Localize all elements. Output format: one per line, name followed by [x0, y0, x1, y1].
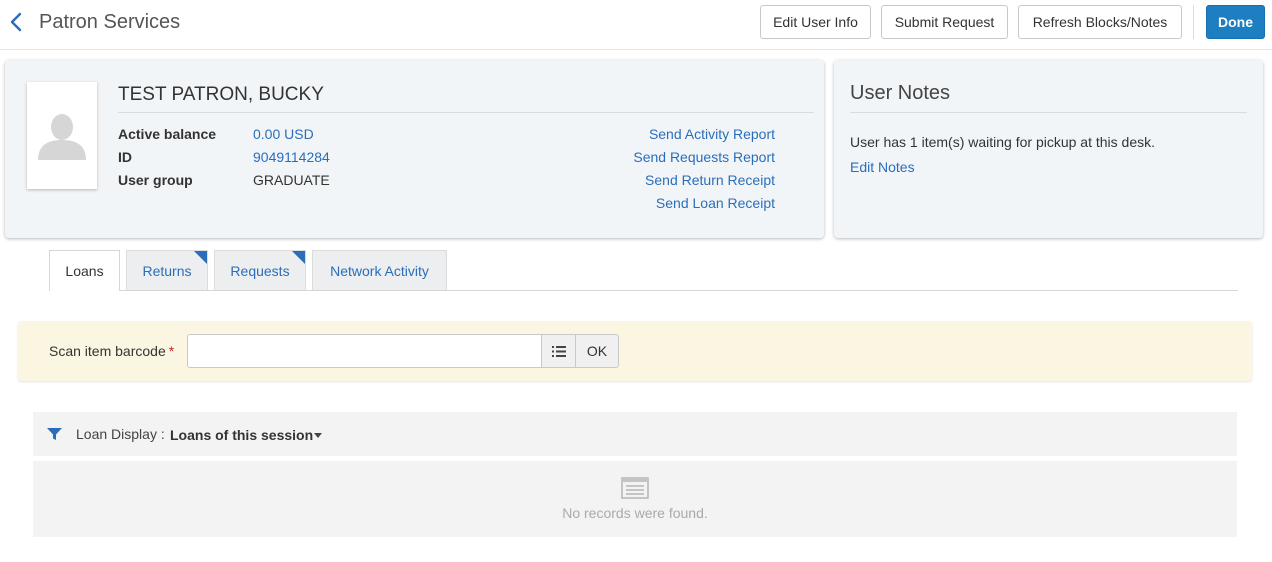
- tab-requests-label: Requests: [230, 262, 290, 279]
- loan-display-bar: Loan Display : Loans of this session: [33, 412, 1237, 456]
- active-balance-value[interactable]: 0.00 USD: [253, 126, 314, 142]
- no-records-text: No records were found.: [562, 505, 708, 521]
- empty-list-icon: [621, 477, 649, 499]
- chevron-left-icon[interactable]: [6, 10, 26, 34]
- list-icon: [551, 345, 566, 357]
- edit-notes-link[interactable]: Edit Notes: [850, 159, 915, 175]
- tab-loans[interactable]: Loans: [49, 250, 120, 291]
- caret-down-icon[interactable]: [314, 433, 322, 438]
- scan-item-label: Scan item barcode *: [49, 343, 174, 359]
- notes-divider: [850, 112, 1247, 113]
- send-requests-report-link[interactable]: Send Requests Report: [633, 149, 775, 165]
- send-loan-receipt-link[interactable]: Send Loan Receipt: [656, 195, 775, 211]
- tab-returns-label: Returns: [142, 262, 192, 279]
- loan-display-select[interactable]: Loans of this session: [170, 427, 313, 443]
- avatar: [27, 82, 97, 189]
- id-label: ID: [118, 149, 132, 165]
- name-divider: [118, 112, 814, 113]
- tab-flag-icon: [194, 251, 207, 264]
- scan-item-bar: Scan item barcode * OK: [18, 321, 1252, 381]
- done-button[interactable]: Done: [1206, 5, 1265, 39]
- patron-card: TEST PATRON, BUCKY Active balance 0.00 U…: [5, 60, 824, 238]
- tab-loans-label: Loans: [65, 263, 104, 279]
- scan-item-label-text: Scan item barcode: [49, 343, 166, 359]
- edit-user-info-button[interactable]: Edit User Info: [760, 5, 871, 39]
- user-notes-title: User Notes: [850, 82, 951, 104]
- send-activity-report-link[interactable]: Send Activity Report: [649, 126, 775, 142]
- header-divider: [1193, 5, 1194, 39]
- tab-requests[interactable]: Requests: [214, 250, 306, 290]
- user-group-value: GRADUATE: [253, 172, 330, 188]
- filter-icon: [47, 428, 62, 440]
- tab-flag-icon: [292, 251, 305, 264]
- patron-name: TEST PATRON, BUCKY: [118, 84, 324, 105]
- page-title: Patron Services: [39, 11, 181, 33]
- active-balance-label: Active balance: [118, 126, 217, 142]
- user-notes-text: User has 1 item(s) waiting for pickup at…: [850, 134, 1156, 150]
- tab-network-activity-label: Network Activity: [330, 262, 429, 279]
- tabs-baseline: [49, 290, 1238, 291]
- page-header: Patron Services Edit User Info Submit Re…: [0, 0, 1272, 50]
- avatar-placeholder-icon: [38, 114, 86, 160]
- tab-network-activity[interactable]: Network Activity: [312, 250, 447, 290]
- send-return-receipt-link[interactable]: Send Return Receipt: [645, 172, 775, 188]
- scan-ok-button[interactable]: OK: [575, 334, 619, 368]
- submit-request-button[interactable]: Submit Request: [881, 5, 1008, 39]
- scan-item-barcode-input[interactable]: [187, 334, 542, 368]
- loans-empty-state: No records were found.: [33, 461, 1237, 537]
- user-group-label: User group: [118, 172, 193, 188]
- scan-list-button[interactable]: [541, 334, 576, 368]
- loan-display-label: Loan Display :: [76, 426, 165, 442]
- tab-returns[interactable]: Returns: [126, 250, 208, 290]
- refresh-blocks-notes-button[interactable]: Refresh Blocks/Notes: [1018, 5, 1182, 39]
- id-value[interactable]: 9049114284: [253, 149, 330, 165]
- required-marker: *: [168, 343, 175, 359]
- user-notes-card: User Notes User has 1 item(s) waiting fo…: [834, 60, 1263, 238]
